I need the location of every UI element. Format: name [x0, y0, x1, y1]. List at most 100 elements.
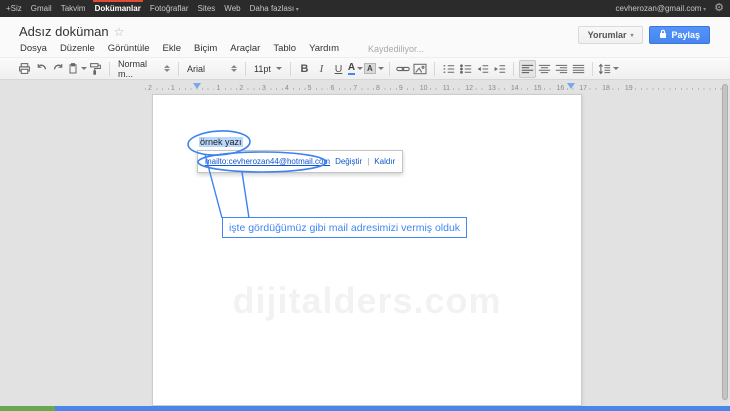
- highlight-color-button[interactable]: A: [364, 60, 384, 78]
- align-center-icon[interactable]: [536, 60, 553, 78]
- topbar-link[interactable]: Dokümanlar: [95, 4, 141, 13]
- ruler-number: 7: [351, 83, 359, 94]
- gear-icon[interactable]: ⚙: [714, 0, 724, 17]
- paint-roller-icon[interactable]: [87, 60, 104, 78]
- link-remove-button[interactable]: Kaldır: [374, 157, 395, 166]
- right-indent-marker[interactable]: [567, 83, 575, 89]
- link-url[interactable]: mailto:cevherozan44@hotmail.com: [205, 157, 330, 166]
- saving-status: Kaydediliyor...: [368, 44, 424, 54]
- styles-dropdown-value: Normal m...: [118, 59, 160, 79]
- image-icon[interactable]: [412, 60, 429, 78]
- link-icon[interactable]: [395, 60, 412, 78]
- spinner-icon: [164, 65, 170, 72]
- ruler-number: 17: [577, 83, 589, 94]
- menu-item[interactable]: Biçim: [194, 43, 217, 54]
- highlight-caret: [378, 67, 384, 70]
- topbar-link[interactable]: Web: [224, 4, 240, 13]
- outdent-icon[interactable]: [474, 60, 491, 78]
- ruler-number: 1: [169, 83, 177, 94]
- scrollbar-thumb[interactable]: [722, 84, 728, 400]
- topbar-link[interactable]: Sites: [198, 4, 216, 13]
- toolbar-separator: [290, 62, 291, 76]
- menu-item[interactable]: Düzenle: [60, 43, 95, 54]
- menu-item[interactable]: Araçlar: [230, 43, 260, 54]
- ruler-number: 8: [374, 83, 382, 94]
- numbered-list-icon[interactable]: [440, 60, 457, 78]
- progress-bar[interactable]: [0, 406, 730, 411]
- selected-text[interactable]: örnek yazı: [199, 137, 243, 147]
- bulleted-list-icon[interactable]: [457, 60, 474, 78]
- ruler-ticks: [145, 88, 723, 90]
- menu-item[interactable]: Ekle: [163, 43, 181, 54]
- menu-item[interactable]: Yardım: [309, 43, 339, 54]
- topbar-link[interactable]: +Siz: [6, 4, 22, 13]
- align-left-icon[interactable]: [519, 60, 536, 78]
- scrollbar-track[interactable]: [722, 84, 728, 402]
- left-indent-marker[interactable]: [193, 83, 201, 89]
- undo-icon[interactable]: [33, 60, 50, 78]
- menu-items: Dosya Düzenle Görüntüle Ekle Biçim Araçlar Tab…: [20, 43, 339, 54]
- text-color-button[interactable]: A: [347, 60, 364, 78]
- font-size-dropdown[interactable]: 11pt: [251, 64, 285, 74]
- share-button-label: Paylaş: [671, 30, 700, 40]
- annotation-callout-text: işte gördüğümüz gibi mail adresimizi ver…: [229, 222, 460, 234]
- topbar-right: cevherozan@gmail.com ⚙: [616, 0, 725, 17]
- doc-header: Adsız doküman ☆ Dosya Düzenle Görüntüle Ekle…: [0, 17, 730, 57]
- paint-format-icon[interactable]: [67, 60, 87, 78]
- ruler-number: 18: [600, 83, 612, 94]
- comments-button-label: Yorumlar: [588, 30, 627, 40]
- share-button[interactable]: Paylaş: [649, 26, 710, 44]
- ruler-number: 16: [554, 83, 566, 94]
- header-actions: Yorumlar Paylaş: [578, 26, 710, 44]
- link-change-button[interactable]: Değiştir: [335, 157, 362, 166]
- annotation-callout: işte gördüğümüz gibi mail adresimizi ver…: [222, 217, 467, 238]
- format-toolbar: Normal m... Arial 11pt B I U A A: [0, 57, 730, 80]
- print-icon[interactable]: [16, 60, 33, 78]
- toolbar-separator: [178, 62, 179, 76]
- ruler-number: 2: [237, 83, 245, 94]
- doc-title-row: Adsız doküman ☆: [19, 24, 124, 39]
- ruler-number: 13: [486, 83, 498, 94]
- ruler-number: 15: [532, 83, 544, 94]
- toolbar-separator: [389, 62, 390, 76]
- bold-button[interactable]: B: [296, 60, 313, 78]
- menu-item[interactable]: Görüntüle: [108, 43, 150, 54]
- topbar-links: +Siz Gmail Takvim Dokümanlar Fotoğraflar Site…: [6, 0, 299, 17]
- ruler-number: 9: [397, 83, 405, 94]
- link-bubble-divider: |: [367, 157, 369, 166]
- toolbar-separator: [513, 62, 514, 76]
- ruler-number: 11: [441, 83, 452, 94]
- toolbar-separator: [592, 62, 593, 76]
- document-title[interactable]: Adsız doküman: [19, 24, 109, 39]
- topbar-link[interactable]: Daha fazlası: [250, 4, 299, 13]
- indent-icon[interactable]: [491, 60, 508, 78]
- star-icon[interactable]: ☆: [114, 25, 125, 39]
- toolbar-separator: [434, 62, 435, 76]
- link-bubble: mailto:cevherozan44@hotmail.com Değiştir…: [197, 150, 403, 173]
- italic-button[interactable]: I: [313, 60, 330, 78]
- ruler-number: 3: [260, 83, 268, 94]
- redo-icon[interactable]: [50, 60, 67, 78]
- text-color-caret: [357, 67, 363, 70]
- font-dropdown[interactable]: Arial: [184, 64, 240, 74]
- menu-bar: Dosya Düzenle Görüntüle Ekle Biçim Araçlar Tab…: [20, 43, 424, 54]
- ruler-number: 4: [283, 83, 291, 94]
- ruler[interactable]: 2112345678910111213141516171819: [145, 83, 723, 94]
- ruler-number: 2: [146, 83, 154, 94]
- line-spacing-icon[interactable]: [598, 60, 619, 78]
- justify-icon[interactable]: [570, 60, 587, 78]
- toolbar-separator: [109, 62, 110, 76]
- align-right-icon[interactable]: [553, 60, 570, 78]
- menu-item[interactable]: Dosya: [20, 43, 47, 54]
- progress-bar-played: [0, 406, 55, 411]
- topbar-link[interactable]: Takvim: [61, 4, 86, 13]
- styles-dropdown[interactable]: Normal m...: [115, 59, 173, 79]
- menu-item[interactable]: Tablo: [273, 43, 296, 54]
- topbar-link[interactable]: Gmail: [31, 4, 52, 13]
- font-size-value: 11pt: [254, 64, 274, 74]
- underline-button[interactable]: U: [330, 60, 347, 78]
- watermark: dijitalders.com: [152, 280, 582, 322]
- topbar-link[interactable]: Fotoğraflar: [150, 4, 189, 13]
- account-email[interactable]: cevherozan@gmail.com: [616, 4, 707, 13]
- comments-button[interactable]: Yorumlar: [578, 26, 644, 44]
